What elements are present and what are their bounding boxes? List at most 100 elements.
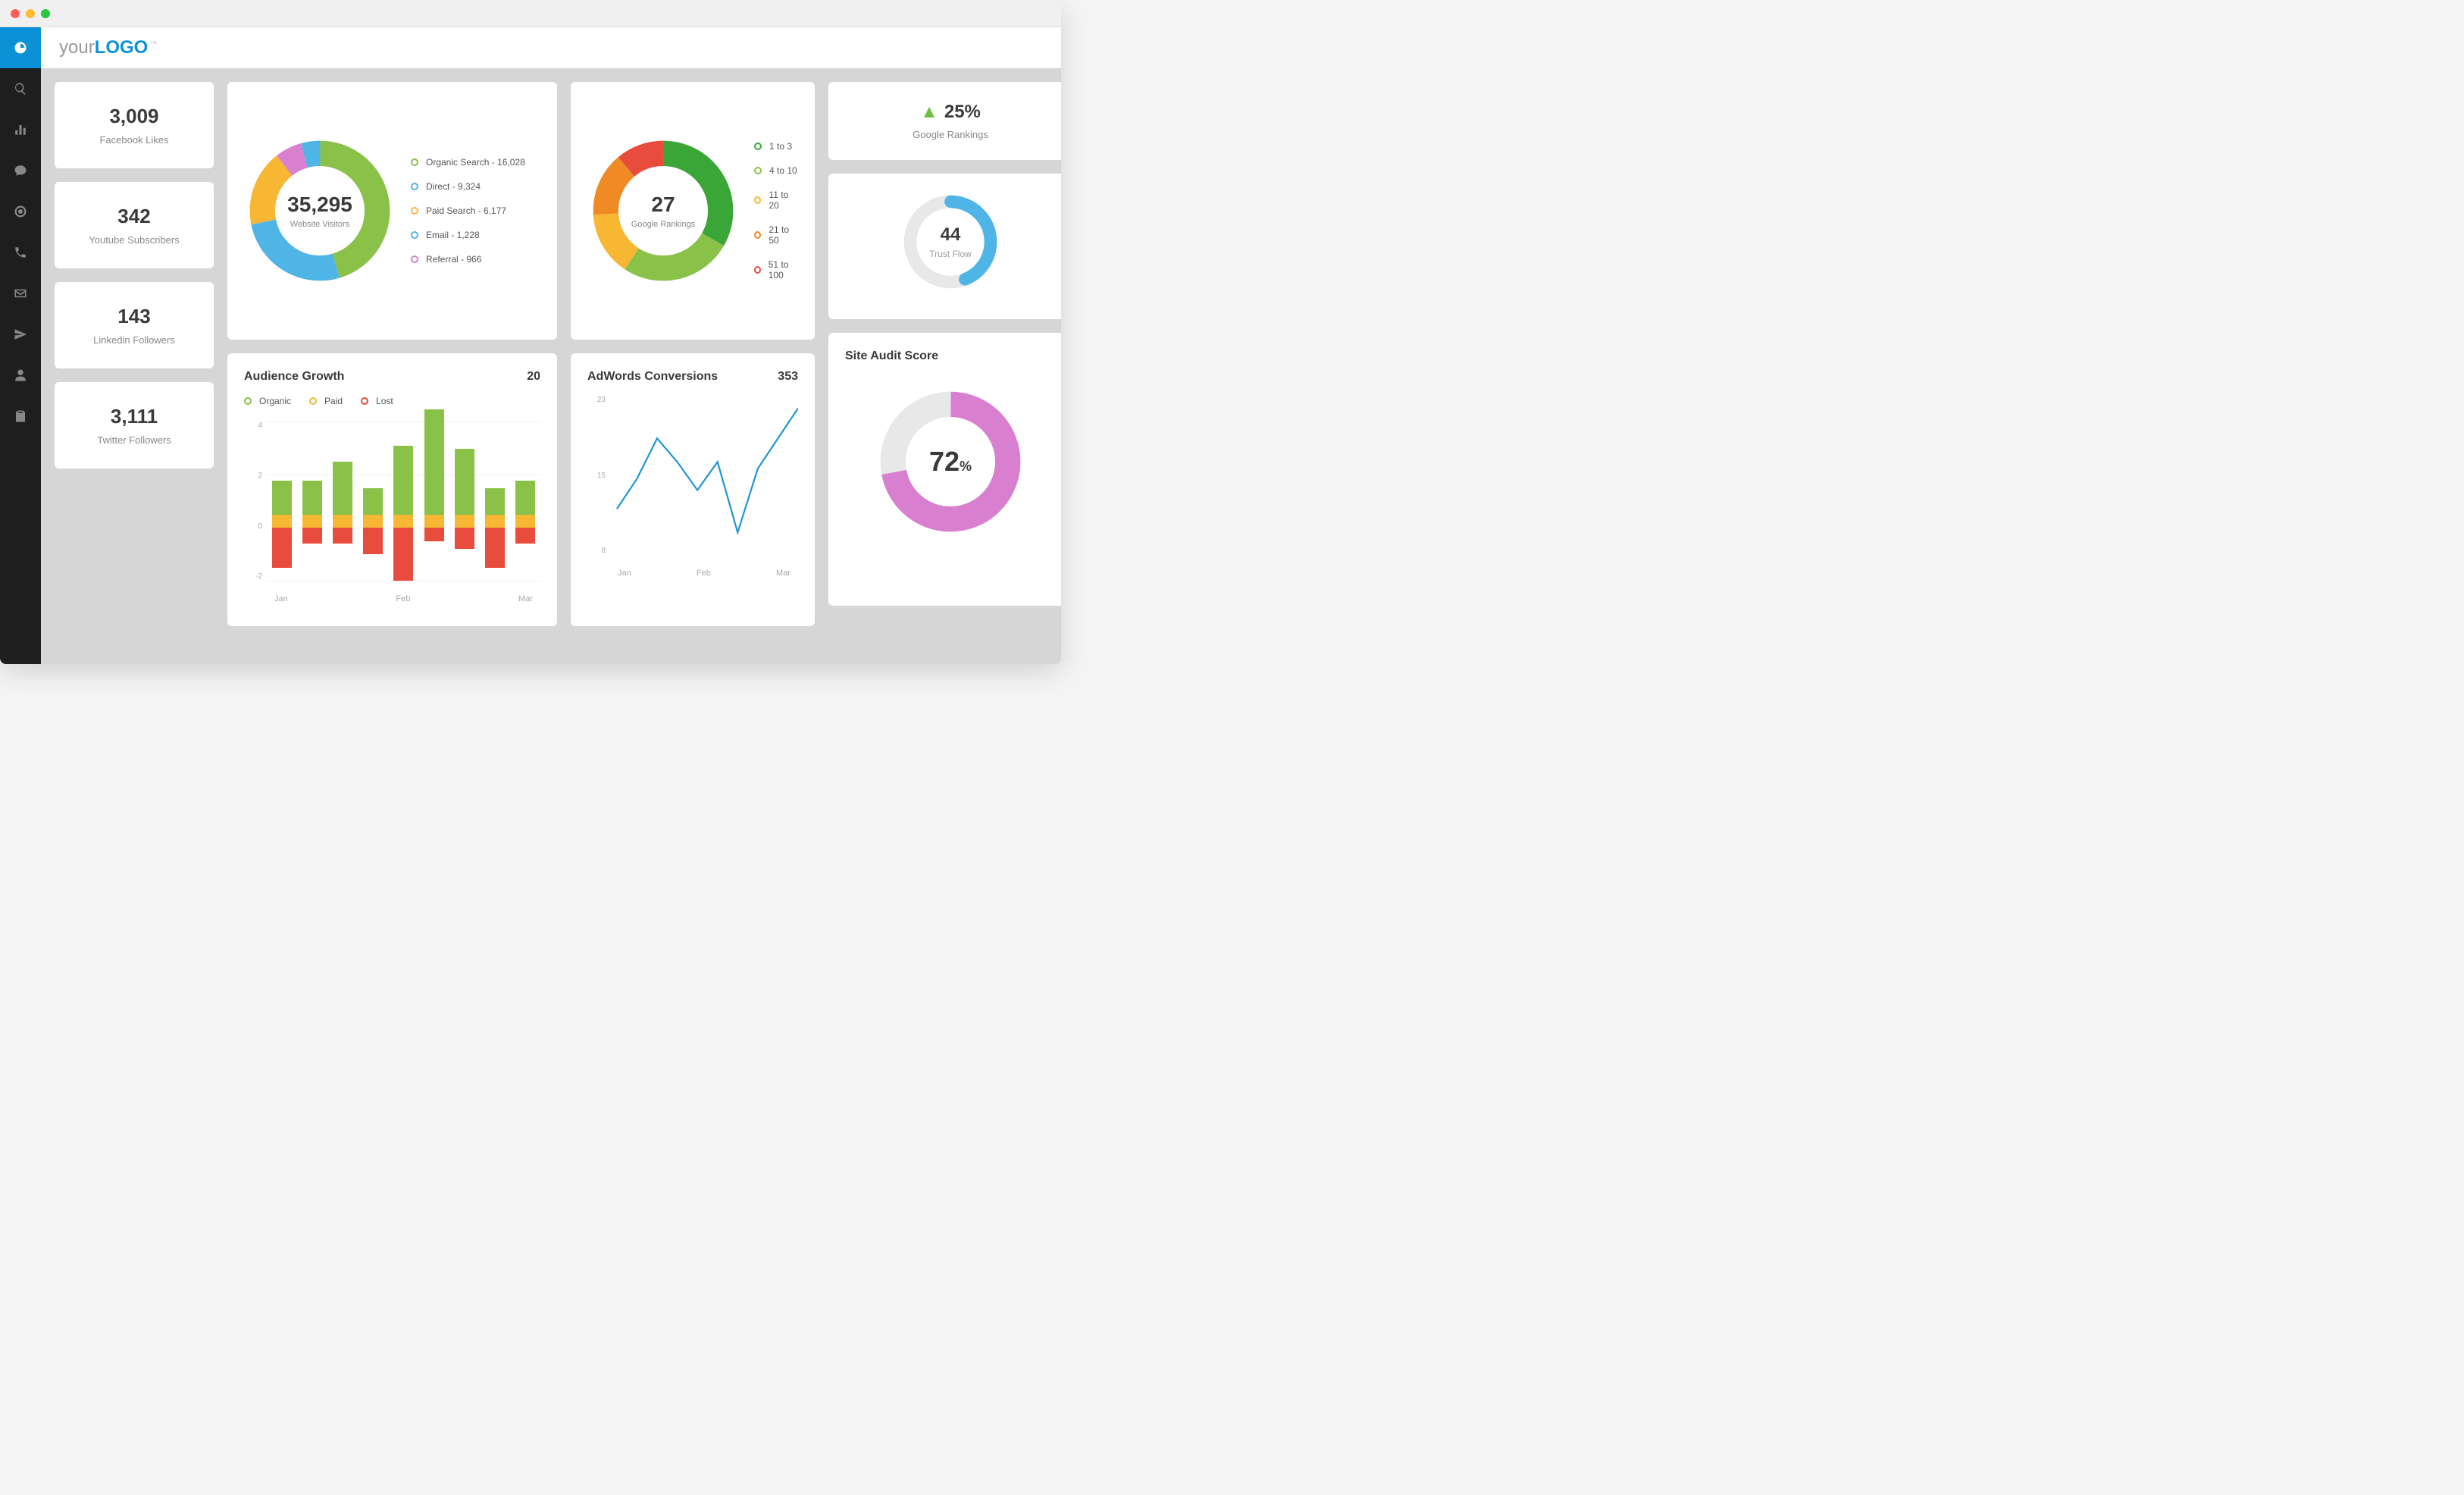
bar-group <box>302 422 322 581</box>
nav-phone[interactable] <box>0 232 41 273</box>
legend-label: Organic Search - 16,028 <box>426 157 525 168</box>
legend-swatch <box>411 158 418 166</box>
mail-icon <box>14 287 27 300</box>
main-panel: yourLOGO™ 3,009 Facebook Likes 342 Youtu… <box>41 27 1061 664</box>
trust-flow-label: Trust Flow <box>929 249 972 259</box>
legend-label: 11 to 20 <box>769 190 798 211</box>
legend-label: 51 to 100 <box>769 259 798 281</box>
minimize-icon[interactable] <box>26 9 35 18</box>
audience-growth-xaxis: Jan Feb Mar <box>267 588 540 603</box>
trend-up-icon: ▲ <box>920 102 938 123</box>
legend-item: Paid Search - 6,177 <box>411 205 525 216</box>
legend-label: Organic <box>259 396 291 406</box>
audience-growth-yaxis: 420-2 <box>244 422 262 581</box>
bar-group <box>455 422 474 581</box>
sidebar <box>0 27 41 664</box>
legend-swatch <box>754 231 761 239</box>
legend-swatch <box>244 397 252 405</box>
maximize-icon[interactable] <box>41 9 50 18</box>
clipboard-icon <box>14 409 27 423</box>
legend-label: Paid <box>324 396 343 406</box>
adwords-title: AdWords Conversions <box>587 370 718 384</box>
topbar: yourLOGO™ <box>41 27 1061 68</box>
bar-group <box>485 422 505 581</box>
legend-swatch <box>754 196 761 204</box>
legend-item: 51 to 100 <box>754 259 798 281</box>
twitter-followers-value: 3,111 <box>62 405 206 428</box>
legend-swatch <box>411 255 418 263</box>
bar-group <box>272 422 292 581</box>
google-rankings-card[interactable]: 27 Google Rankings 1 to 3 4 to 10 11 to 20… <box>571 82 815 340</box>
legend-label: Direct - 9,324 <box>426 181 481 192</box>
adwords-total: 353 <box>778 370 798 384</box>
nav-chat[interactable] <box>0 150 41 191</box>
website-visitors-total: 35,295 <box>287 193 352 217</box>
adwords-card[interactable]: AdWords Conversions 353 23158 Jan <box>571 353 815 626</box>
dashboard-icon <box>14 41 27 55</box>
website-visitors-card[interactable]: 35,295 Website Visitors Organic Search -… <box>227 82 557 340</box>
google-rankings-legend: 1 to 3 4 to 10 11 to 20 21 to 50 51 to 100 <box>754 141 798 281</box>
nav-analytics[interactable] <box>0 109 41 150</box>
legend-item: Lost <box>361 396 393 406</box>
trust-flow-card[interactable]: 44 Trust Flow <box>828 174 1061 319</box>
legend-item: Organic Search - 16,028 <box>411 157 525 168</box>
legend-label: 4 to 10 <box>769 165 797 176</box>
bar-group <box>424 422 444 581</box>
youtube-subs-label: Youtube Subscribers <box>62 234 206 246</box>
close-icon[interactable] <box>11 9 20 18</box>
linkedin-followers-value: 143 <box>62 305 206 328</box>
legend-label: Paid Search - 6,177 <box>426 205 506 216</box>
site-audit-value: 72 <box>929 446 960 477</box>
trust-flow-value: 44 <box>929 224 972 246</box>
chat-icon <box>14 164 27 177</box>
legend-item: Email - 1,228 <box>411 230 525 240</box>
bar-group <box>515 422 535 581</box>
legend-swatch <box>754 167 762 174</box>
google-rankings-total: 27 <box>631 193 695 217</box>
twitter-followers-card[interactable]: 3,111 Twitter Followers <box>55 382 214 469</box>
nav-target[interactable] <box>0 191 41 232</box>
audience-growth-title: Audience Growth <box>244 370 344 384</box>
linkedin-followers-label: Linkedin Followers <box>62 334 206 346</box>
legend-label: 21 to 50 <box>769 224 798 246</box>
user-icon <box>14 368 27 382</box>
nav-clipboard[interactable] <box>0 396 41 437</box>
audience-growth-total: 20 <box>527 370 540 384</box>
youtube-subs-card[interactable]: 342 Youtube Subscribers <box>55 182 214 268</box>
legend-swatch <box>754 143 762 150</box>
bar-group <box>393 422 413 581</box>
site-audit-pct: % <box>960 459 972 474</box>
legend-item: Organic <box>244 396 291 406</box>
nav-user[interactable] <box>0 355 41 396</box>
legend-item: Referral - 966 <box>411 254 525 265</box>
brand-logo: yourLOGO™ <box>59 37 157 58</box>
legend-swatch <box>309 397 317 405</box>
site-audit-card[interactable]: Site Audit Score 72% <box>828 333 1061 606</box>
bar-group <box>363 422 383 581</box>
titlebar <box>0 0 1061 27</box>
audience-growth-bars <box>267 422 540 581</box>
send-icon <box>14 328 27 341</box>
linkedin-followers-card[interactable]: 143 Linkedin Followers <box>55 282 214 368</box>
google-rankings-change-label: Google Rankings <box>836 129 1061 140</box>
legend-swatch <box>411 183 418 190</box>
nav-dashboard[interactable] <box>0 27 41 68</box>
google-rankings-label: Google Rankings <box>631 220 695 229</box>
google-rankings-change-card[interactable]: ▲25% Google Rankings <box>828 82 1061 160</box>
site-audit-title: Site Audit Score <box>845 349 1056 363</box>
adwords-line-chart <box>610 396 798 555</box>
twitter-followers-label: Twitter Followers <box>62 434 206 446</box>
nav-send[interactable] <box>0 314 41 355</box>
legend-item: Paid <box>309 396 343 406</box>
nav-search[interactable] <box>0 68 41 109</box>
legend-item: 1 to 3 <box>754 141 798 152</box>
target-icon <box>14 205 27 218</box>
legend-item: 4 to 10 <box>754 165 798 176</box>
facebook-likes-value: 3,009 <box>62 105 206 128</box>
audience-growth-card[interactable]: Audience Growth 20 Organic Paid Lost 420-2 <box>227 353 557 626</box>
facebook-likes-card[interactable]: 3,009 Facebook Likes <box>55 82 214 168</box>
app-window: yourLOGO™ 3,009 Facebook Likes 342 Youtu… <box>0 0 1061 664</box>
search-icon <box>14 82 27 96</box>
legend-swatch <box>754 266 761 274</box>
nav-mail[interactable] <box>0 273 41 314</box>
